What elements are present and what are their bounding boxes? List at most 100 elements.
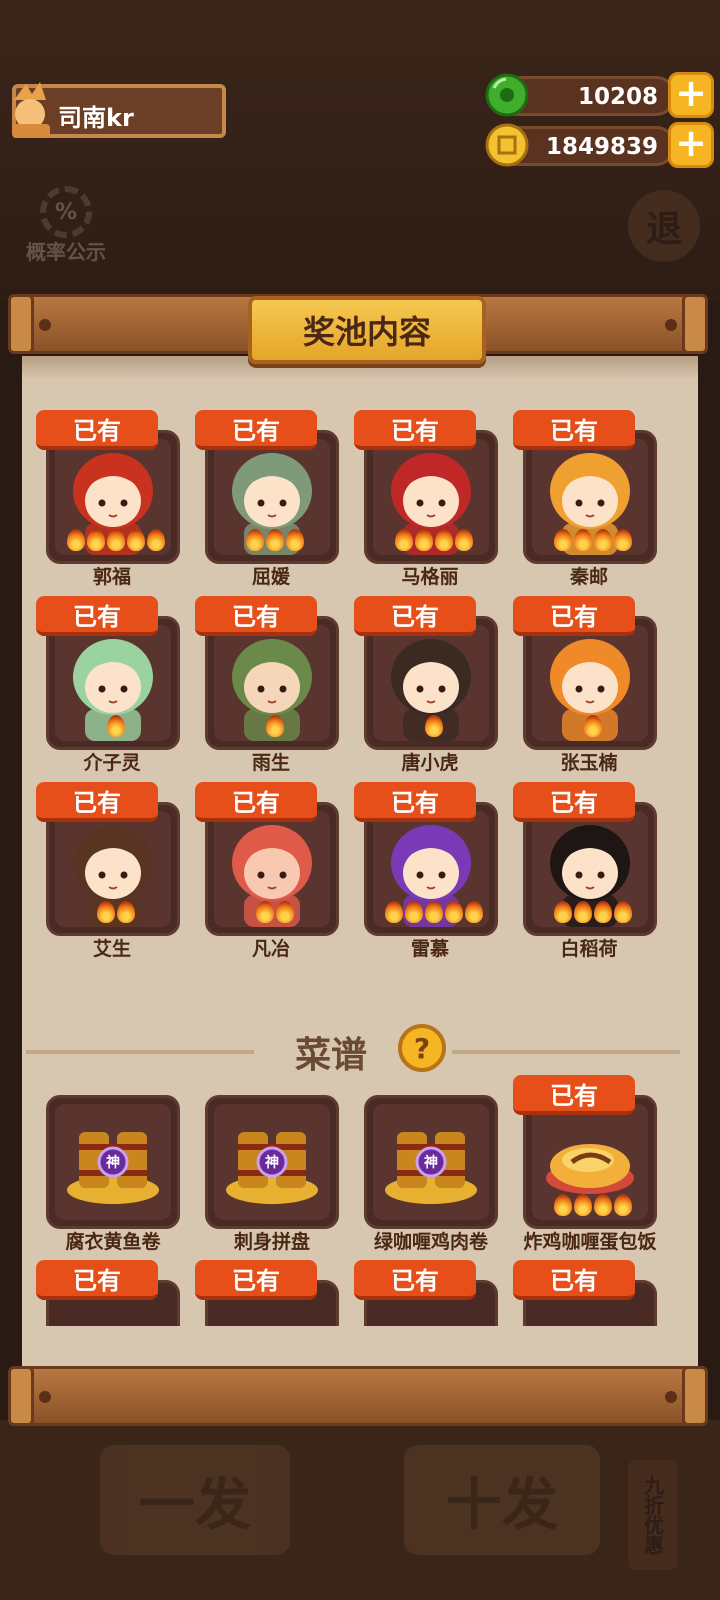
divine-grade-icon: 神 — [106, 1155, 120, 1171]
add-jade-button[interactable]: + — [668, 72, 714, 118]
flame-icon — [266, 529, 284, 551]
card-art — [373, 439, 489, 555]
recipe-card[interactable]: 神 — [205, 1095, 339, 1229]
flame-icon — [465, 901, 483, 923]
card-art — [214, 811, 330, 927]
rod-cap-left — [8, 1366, 34, 1426]
divider-left — [26, 1050, 254, 1054]
card-art — [373, 811, 489, 927]
card-art — [532, 625, 648, 741]
draw-ten-button: 十发 — [404, 1445, 600, 1555]
star-flames — [55, 529, 171, 551]
character-name: 秦邮 — [569, 566, 608, 588]
flame-icon — [127, 529, 145, 551]
character-card[interactable] — [205, 802, 339, 936]
rod-bolt — [39, 1391, 51, 1403]
owned-badge: 已有 — [36, 410, 158, 450]
flame-icon — [594, 901, 612, 923]
character-name: 雷慕 — [410, 938, 449, 960]
owned-badge: 已有 — [195, 782, 317, 822]
star-flames — [214, 529, 330, 551]
star-flames — [55, 901, 171, 923]
avatar[interactable] — [6, 80, 56, 140]
character-card[interactable] — [364, 430, 498, 564]
flame-icon — [107, 715, 125, 737]
flame-icon — [97, 901, 115, 923]
owned-badge: 已有 — [354, 596, 476, 636]
owned-badge: 已有 — [36, 1260, 158, 1300]
character-card[interactable] — [46, 802, 180, 936]
recipe-card[interactable]: 神 — [364, 1095, 498, 1229]
star-flames — [532, 715, 648, 737]
character-name: 唐小虎 — [401, 752, 459, 774]
jade-amount: 10208 — [577, 84, 658, 110]
star-flames — [214, 901, 330, 923]
gold-amount: 1849839 — [545, 134, 658, 160]
flame-icon — [614, 901, 632, 923]
rod-cap-right — [682, 294, 708, 354]
owned-badge: 已有 — [36, 596, 158, 636]
flame-icon — [445, 901, 463, 923]
card-art: 神 — [214, 1104, 330, 1220]
divine-grade-icon: 神 — [424, 1155, 438, 1171]
character-name: 凡冶 — [251, 938, 290, 960]
recipe-name: 炸鸡咖喱蛋包饭 — [523, 1231, 657, 1253]
character-card[interactable] — [46, 616, 180, 750]
recipe-name: 绿咖喱鸡肉卷 — [373, 1231, 488, 1253]
question-icon[interactable]: ? — [398, 1024, 446, 1072]
flame-icon — [554, 1194, 572, 1216]
flame-icon — [415, 529, 433, 551]
probability-label: 概率公示 — [26, 240, 106, 264]
rod-bolt — [39, 319, 51, 331]
recipe-card[interactable]: 神 — [46, 1095, 180, 1229]
card-art — [214, 439, 330, 555]
flame-icon — [276, 901, 294, 923]
recipe-name: 腐衣黄鱼卷 — [65, 1231, 161, 1253]
flame-icon — [574, 901, 592, 923]
owned-badge: 已有 — [513, 1075, 635, 1115]
flame-icon — [107, 529, 125, 551]
character-card[interactable] — [46, 430, 180, 564]
character-card[interactable] — [364, 616, 498, 750]
owned-badge: 已有 — [36, 782, 158, 822]
draw-once-button: 一发 — [100, 1445, 290, 1555]
character-name: 郭福 — [92, 566, 131, 588]
flame-icon — [574, 1194, 592, 1216]
star-flames — [532, 529, 648, 551]
star-flames — [373, 715, 489, 737]
character-name: 马格丽 — [401, 566, 459, 588]
flame-icon — [614, 1194, 632, 1216]
flame-icon — [395, 529, 413, 551]
card-art — [55, 439, 171, 555]
recipe-card[interactable] — [523, 1095, 657, 1229]
rod-bolt — [665, 1391, 677, 1403]
percent-icon: % — [40, 186, 92, 238]
star-flames — [532, 901, 648, 923]
card-art — [373, 625, 489, 741]
flame-icon — [117, 901, 135, 923]
flame-icon — [87, 529, 105, 551]
character-card[interactable] — [205, 616, 339, 750]
star-flames — [373, 529, 489, 551]
flame-icon — [594, 529, 612, 551]
rod-bolt — [665, 319, 677, 331]
character-card[interactable] — [523, 430, 657, 564]
flame-icon — [286, 529, 304, 551]
flame-icon — [594, 1194, 612, 1216]
character-name: 张玉楠 — [560, 752, 618, 774]
card-art — [214, 625, 330, 741]
owned-badge: 已有 — [354, 410, 476, 450]
divine-grade-icon: 神 — [265, 1155, 279, 1171]
rod-cap-left — [8, 294, 34, 354]
divider-right — [452, 1050, 680, 1054]
flame-icon — [405, 901, 423, 923]
character-card[interactable] — [205, 430, 339, 564]
star-flames — [214, 715, 330, 737]
character-name: 介子灵 — [83, 752, 141, 774]
character-card[interactable] — [523, 616, 657, 750]
character-card[interactable] — [364, 802, 498, 936]
character-card[interactable] — [523, 802, 657, 936]
card-art — [55, 811, 171, 927]
add-gold-button[interactable]: + — [668, 122, 714, 168]
flame-icon — [425, 715, 443, 737]
